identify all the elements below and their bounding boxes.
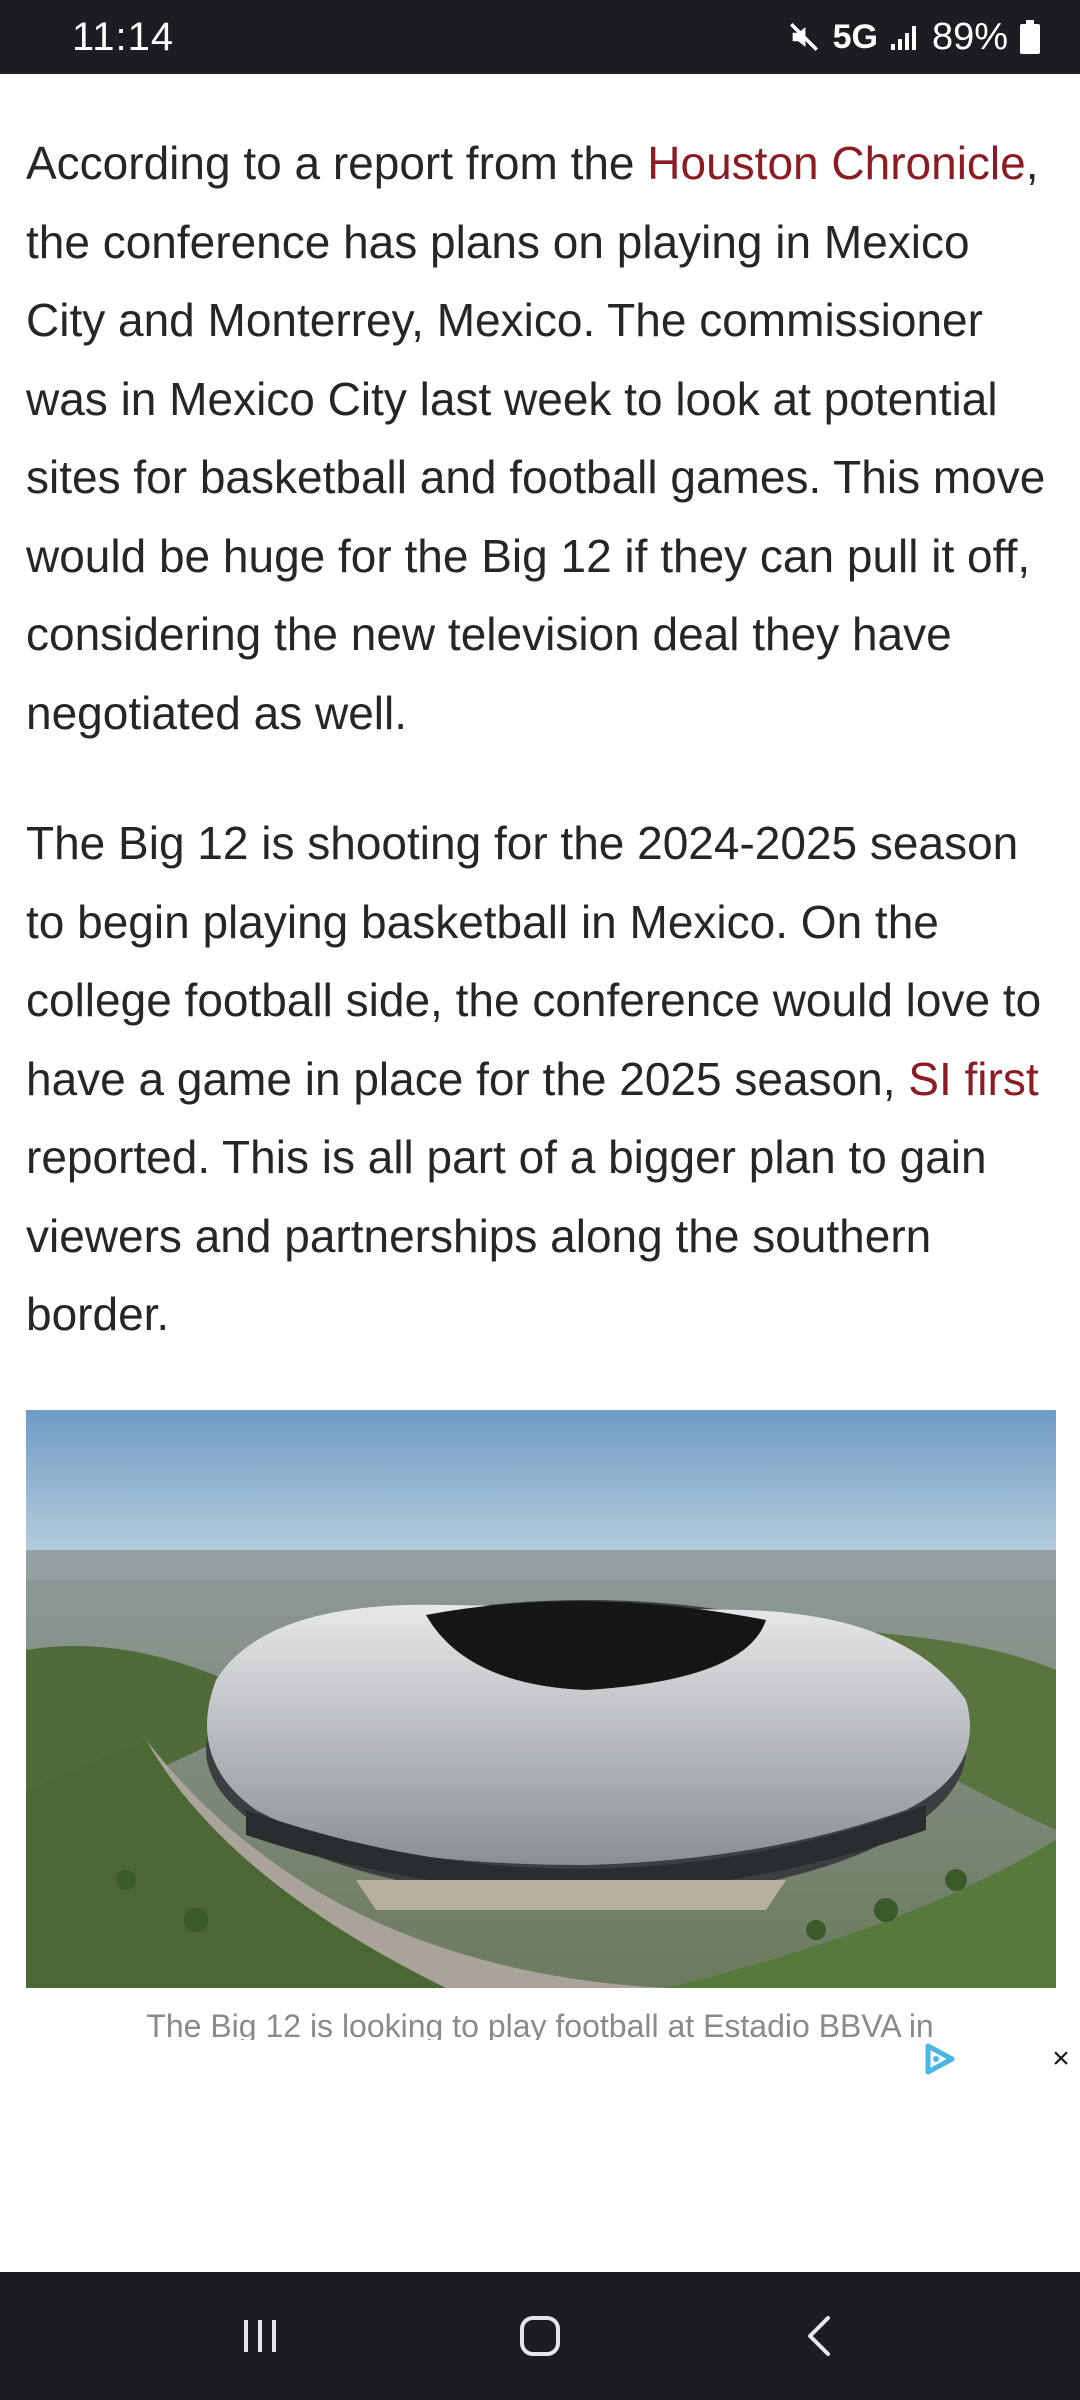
network-type: 5G (832, 17, 878, 56)
houston-chronicle-link[interactable]: Houston Chronicle (647, 137, 1025, 189)
battery-percent: 89% (931, 15, 1008, 58)
paragraph-2: The Big 12 is shooting for the 2024-2025… (26, 804, 1056, 1354)
mute-icon (787, 20, 821, 54)
image-caption: The Big 12 is looking to play football a… (146, 2008, 934, 2044)
home-icon[interactable] (500, 2296, 580, 2376)
back-icon[interactable] (780, 2296, 860, 2376)
recent-apps-icon[interactable] (220, 2296, 300, 2376)
ad-choices-icon[interactable] (922, 2042, 958, 2076)
si-first-link[interactable]: SI first (908, 1053, 1038, 1105)
paragraph-2-text-a: The Big 12 is shooting for the 2024-2025… (26, 817, 1042, 1105)
status-bar: 11:14 5G 89% (0, 0, 1080, 74)
paragraph-1: According to a report from the Houston C… (26, 124, 1056, 752)
article-body: According to a report from the Houston C… (26, 74, 1056, 1354)
status-time: 11:14 (72, 14, 175, 59)
ad-close-button[interactable]: × (1046, 2042, 1076, 2076)
signal-icon (890, 22, 920, 52)
paragraph-1-text-b: , the conference has plans on playing in… (26, 137, 1046, 739)
battery-icon (1020, 20, 1040, 54)
status-icons: 5G 89% (787, 16, 1040, 59)
ad-banner[interactable] (0, 2040, 1080, 2270)
navigation-bar (0, 2272, 1080, 2400)
paragraph-2-text-b: reported. This is all part of a bigger p… (26, 1131, 987, 1340)
paragraph-1-text-a: According to a report from the (26, 137, 648, 189)
stadium-photo[interactable] (26, 1410, 1056, 1988)
